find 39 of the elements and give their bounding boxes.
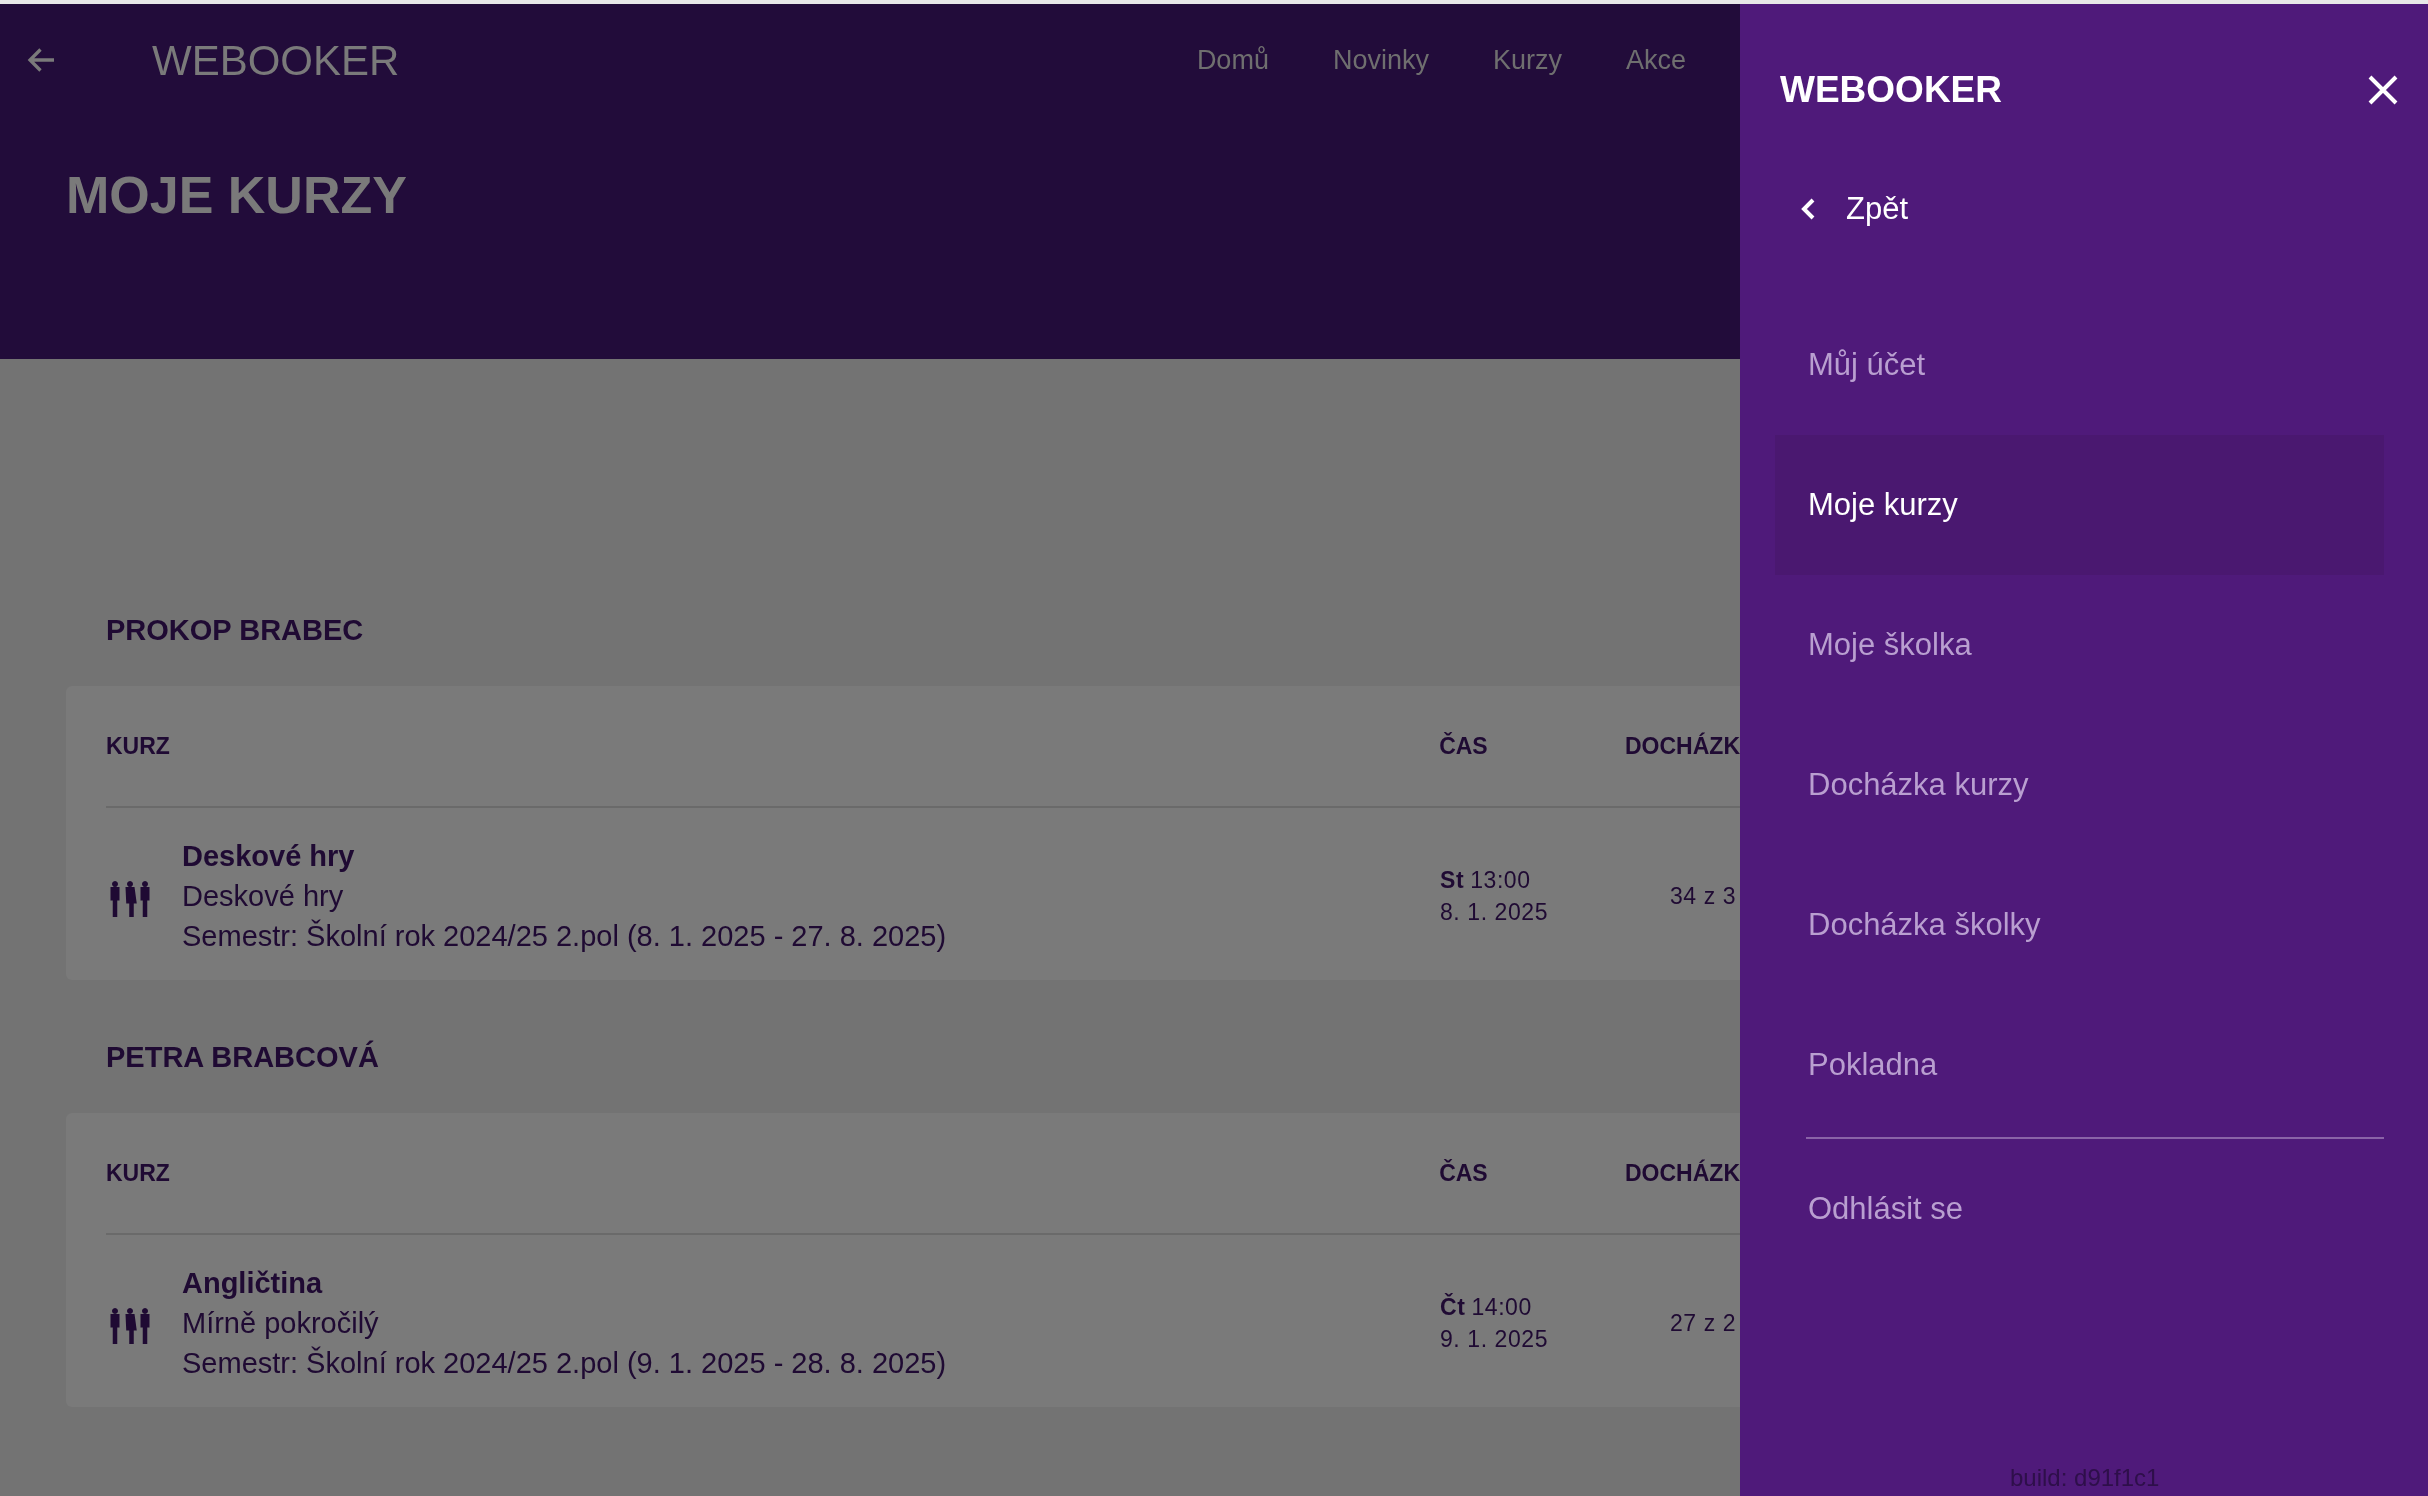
- column-header: ČAS: [1439, 1158, 1489, 1188]
- time-text: 13:00: [1470, 866, 1531, 895]
- course-title: Deskové hry: [182, 839, 355, 874]
- section-heading: PROKOP BRABEC: [106, 613, 365, 648]
- column-header: KURZ: [106, 1158, 171, 1188]
- app-title: WEBOOKER: [152, 35, 400, 86]
- attendance-text: 34 z 3: [1670, 881, 1737, 911]
- nav-link[interactable]: Akce: [1625, 39, 1686, 81]
- menu-item[interactable]: Odhlásit se: [1775, 1139, 2384, 1279]
- course-level: Deskové hry: [182, 879, 344, 914]
- menu-item[interactable]: Můj účet: [1775, 295, 2384, 435]
- section-heading: PETRA BRABCOVÁ: [106, 1039, 380, 1075]
- column-header: DOCHÁZK: [1625, 731, 1740, 761]
- menu-item[interactable]: Docházka školky: [1775, 855, 2384, 995]
- day-label: Čt: [1440, 1292, 1466, 1322]
- attendance-text: 27 z 2: [1670, 1308, 1737, 1338]
- page-title: MOJE KURZY: [66, 165, 407, 226]
- time-text: 14:00: [1471, 1293, 1532, 1322]
- course-title: Angličtina: [182, 1266, 323, 1301]
- course-level: Mírně pokročilý: [182, 1306, 379, 1341]
- menu-item[interactable]: Moje školka: [1775, 575, 2384, 715]
- close-icon[interactable]: [2368, 74, 2398, 105]
- day-label: St: [1440, 866, 1465, 895]
- date-text: 9. 1. 2025: [1440, 1325, 1549, 1354]
- menu-item[interactable]: Docházka kurzy: [1775, 715, 2384, 855]
- semester-text: Semestr: Školní rok 2024/25 2.pol (8. 1. 2025 - 27. 8. 2025): [182, 918, 947, 954]
- menu-item[interactable]: Moje kurzy: [1775, 435, 2384, 575]
- back-link[interactable]: Zpět: [1800, 185, 1909, 232]
- menu-item[interactable]: Pokladna: [1775, 995, 2384, 1135]
- nav-link[interactable]: Domů: [1196, 39, 1269, 81]
- nav-link[interactable]: Novinky: [1332, 39, 1429, 81]
- date-text: 8. 1. 2025: [1440, 898, 1549, 927]
- column-header: ČAS: [1439, 731, 1489, 761]
- chevron-left-icon: [1800, 196, 1816, 221]
- column-header: KURZ: [106, 731, 171, 761]
- nav-link[interactable]: Kurzy: [1492, 39, 1562, 81]
- semester-text: Semestr: Školní rok 2024/25 2.pol (9. 1. 2025 - 28. 8. 2025): [182, 1345, 947, 1381]
- drawer-title: WEBOOKER: [1780, 68, 2002, 112]
- column-header: DOCHÁZK: [1625, 1158, 1740, 1188]
